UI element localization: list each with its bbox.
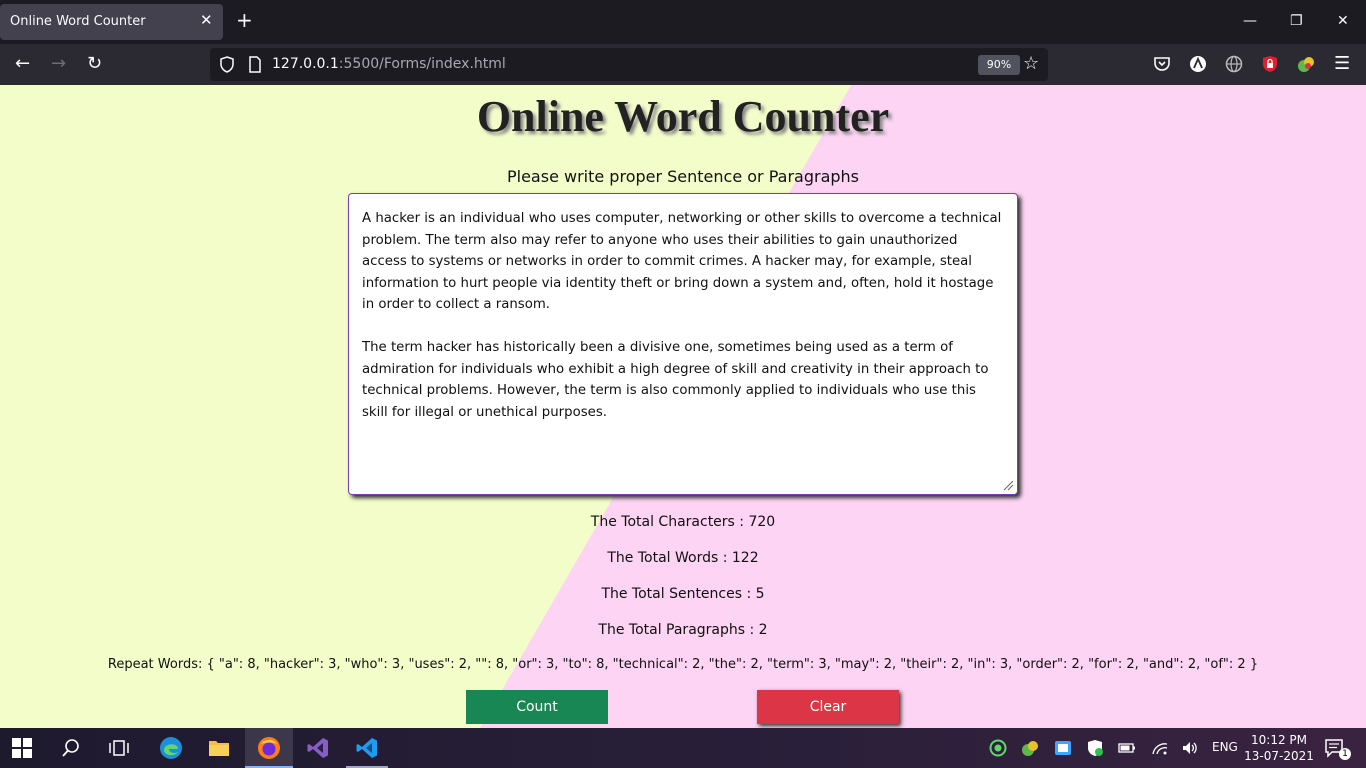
search-icon[interactable] — [61, 738, 85, 762]
notification-count: 1 — [1339, 748, 1351, 760]
new-tab-button[interactable]: + — [236, 10, 253, 30]
url-text[interactable]: 127.0.0.1:5500/Forms/index.html — [272, 56, 506, 72]
page-content: Online Word Counter Please write proper … — [0, 85, 1366, 728]
taskbar: ENG 10:12 PM 13-07-2021 1 — [0, 728, 1366, 768]
resize-handle-icon[interactable] — [1002, 479, 1014, 491]
vscode-icon[interactable] — [355, 736, 379, 760]
pocket-icon[interactable] — [1153, 55, 1171, 73]
total-characters: The Total Characters : 720 — [590, 514, 776, 530]
wifi-icon[interactable] — [1151, 740, 1175, 764]
url-path: :5500/Forms/index.html — [338, 56, 506, 72]
bookmark-star-icon[interactable]: ☆ — [1023, 53, 1039, 74]
text-input-area[interactable]: A hacker is an individual who uses compu… — [348, 193, 1018, 495]
shield-icon[interactable] — [219, 56, 235, 73]
zoom-level[interactable]: 90% — [978, 55, 1020, 75]
system-clock[interactable]: 10:12 PM 13-07-2021 — [1244, 732, 1314, 764]
menu-icon[interactable]: ☰ — [1334, 54, 1350, 74]
task-view-icon[interactable] — [109, 738, 133, 762]
page-icon[interactable] — [248, 56, 262, 73]
page-subtitle: Please write proper Sentence or Paragrap… — [506, 167, 860, 186]
reload-icon[interactable]: ↻ — [87, 54, 102, 74]
edge-icon[interactable] — [159, 736, 183, 760]
visual-studio-icon[interactable] — [306, 736, 330, 760]
volume-icon[interactable] — [1181, 740, 1205, 764]
page-title: Online Word Counter — [476, 92, 890, 141]
clock-time: 10:12 PM — [1251, 733, 1307, 747]
close-window-icon[interactable]: ✕ — [1337, 12, 1349, 30]
forward-icon[interactable]: → — [51, 54, 66, 74]
browser-tab[interactable]: Online Word Counter ✕ — [0, 4, 223, 40]
close-tab-icon[interactable]: ✕ — [200, 11, 213, 29]
firefox-icon[interactable] — [257, 736, 281, 760]
notifications-icon[interactable]: 1 — [1324, 738, 1351, 762]
back-icon[interactable]: ← — [15, 54, 30, 74]
clear-button[interactable]: Clear — [757, 690, 899, 724]
total-paragraphs: The Total Paragraphs : 2 — [598, 622, 768, 638]
app-tray-icon[interactable] — [1054, 739, 1078, 763]
battery-icon[interactable] — [1118, 740, 1142, 764]
total-words: The Total Words : 122 — [607, 550, 759, 566]
language-indicator[interactable]: ENG — [1212, 740, 1238, 754]
status-circle-icon[interactable] — [989, 739, 1013, 763]
security-shield-icon[interactable] — [1086, 739, 1110, 763]
restore-icon[interactable]: ❐ — [1290, 12, 1303, 30]
browser-tab-bar: Online Word Counter ✕ + — ❐ ✕ — [0, 0, 1366, 44]
minimize-icon[interactable]: — — [1243, 12, 1257, 30]
count-button[interactable]: Count — [466, 690, 608, 724]
file-explorer-icon[interactable] — [207, 736, 231, 760]
clock-date: 13-07-2021 — [1244, 749, 1314, 763]
browser-nav-bar: ← → ↻ 127.0.0.1:5500/Forms/index.html 90… — [0, 44, 1366, 85]
url-host: 127.0.0.1 — [272, 56, 339, 72]
repeat-words: Repeat Words: { "a": 8, "hacker": 3, "wh… — [107, 657, 1259, 672]
tab-title: Online Word Counter — [10, 14, 146, 29]
globe-icon[interactable] — [1225, 55, 1243, 73]
total-sentences: The Total Sentences : 5 — [601, 586, 765, 602]
colorful-app-icon[interactable] — [1021, 739, 1045, 763]
lock-extension-icon[interactable] — [1261, 55, 1279, 73]
extension-a-icon[interactable] — [1189, 55, 1207, 73]
windows-start-icon[interactable] — [12, 738, 36, 762]
color-extension-icon[interactable] — [1297, 55, 1315, 73]
address-bar[interactable]: 127.0.0.1:5500/Forms/index.html 90% ☆ — [210, 48, 1048, 81]
